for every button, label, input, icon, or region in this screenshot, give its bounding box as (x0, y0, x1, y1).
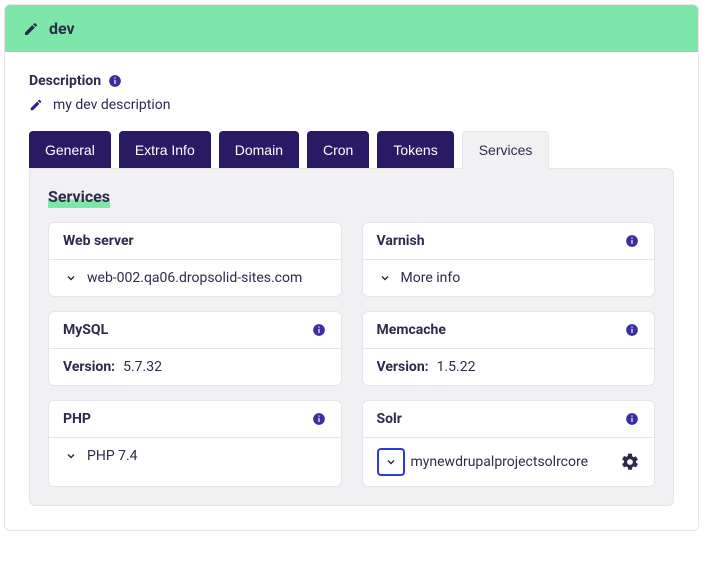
environment-card: dev Description my dev description Gener… (4, 4, 699, 531)
service-body[interactable]: PHP 7.4 (49, 438, 341, 474)
service-title: PHP (63, 411, 91, 427)
version-value: 5.7.32 (123, 359, 162, 375)
tab-domain[interactable]: Domain (219, 131, 299, 169)
tab-extra-info[interactable]: Extra Info (119, 131, 211, 169)
tab-general[interactable]: General (29, 131, 111, 169)
service-value: More info (401, 270, 461, 286)
chevron-down-icon (377, 270, 393, 286)
service-header: Varnish (363, 223, 655, 260)
service-header: Web server (49, 223, 341, 260)
info-icon[interactable] (624, 322, 640, 338)
service-card-php: PHP PHP 7.4 (48, 400, 342, 487)
service-card-webserver: Web server web-002.qa06.dropsolid-sites.… (48, 222, 342, 297)
gear-icon[interactable] (620, 452, 640, 472)
service-value: mynewdrupalprojectsolrcore (411, 454, 589, 470)
description-text: my dev description (53, 97, 170, 113)
services-panel: Services Web server web-002.qa06.dropsol… (29, 168, 674, 506)
info-icon[interactable] (107, 73, 123, 89)
service-body: Version: 1.5.22 (363, 349, 655, 385)
card-body: Description my dev description General E… (5, 52, 698, 530)
environment-title: dev (49, 19, 75, 38)
description-row: my dev description (29, 97, 674, 113)
service-card-solr: Solr mynewdrupalprojectsolrcore (362, 400, 656, 487)
version-value: 1.5.22 (437, 359, 476, 375)
service-body[interactable]: web-002.qa06.dropsolid-sites.com (49, 260, 341, 296)
service-title: MySQL (63, 322, 108, 338)
description-label: Description (29, 73, 101, 89)
tab-tokens[interactable]: Tokens (377, 131, 453, 169)
service-value: web-002.qa06.dropsolid-sites.com (87, 270, 302, 286)
service-header: Memcache (363, 312, 655, 349)
service-title: Varnish (377, 233, 425, 249)
service-card-mysql: MySQL Version: 5.7.32 (48, 311, 342, 386)
info-icon[interactable] (311, 411, 327, 427)
info-icon[interactable] (624, 411, 640, 427)
service-card-memcache: Memcache Version: 1.5.22 (362, 311, 656, 386)
info-icon[interactable] (624, 233, 640, 249)
service-title: Memcache (377, 322, 446, 338)
tab-services[interactable]: Services (462, 131, 550, 169)
service-body: mynewdrupalprojectsolrcore (363, 438, 655, 486)
card-header: dev (5, 5, 698, 52)
description-label-row: Description (29, 73, 123, 89)
solr-core-selector[interactable] (377, 448, 405, 476)
service-card-varnish: Varnish More info (362, 222, 656, 297)
pencil-icon[interactable] (29, 98, 43, 112)
version-label: Version: (63, 359, 115, 375)
service-header: PHP (49, 401, 341, 438)
info-icon[interactable] (311, 322, 327, 338)
tab-cron[interactable]: Cron (307, 131, 369, 169)
service-header: MySQL (49, 312, 341, 349)
panel-title: Services (48, 187, 110, 208)
services-grid: Web server web-002.qa06.dropsolid-sites.… (48, 222, 655, 487)
pencil-icon[interactable] (23, 21, 39, 37)
chevron-down-icon (63, 270, 79, 286)
service-value: PHP 7.4 (87, 448, 138, 464)
version-label: Version: (377, 359, 429, 375)
service-title: Solr (377, 411, 402, 427)
service-title: Web server (63, 233, 134, 249)
service-body[interactable]: More info (363, 260, 655, 296)
chevron-down-icon (63, 448, 79, 464)
service-header: Solr (363, 401, 655, 438)
tab-bar: General Extra Info Domain Cron Tokens Se… (29, 131, 674, 169)
service-body: Version: 5.7.32 (49, 349, 341, 385)
